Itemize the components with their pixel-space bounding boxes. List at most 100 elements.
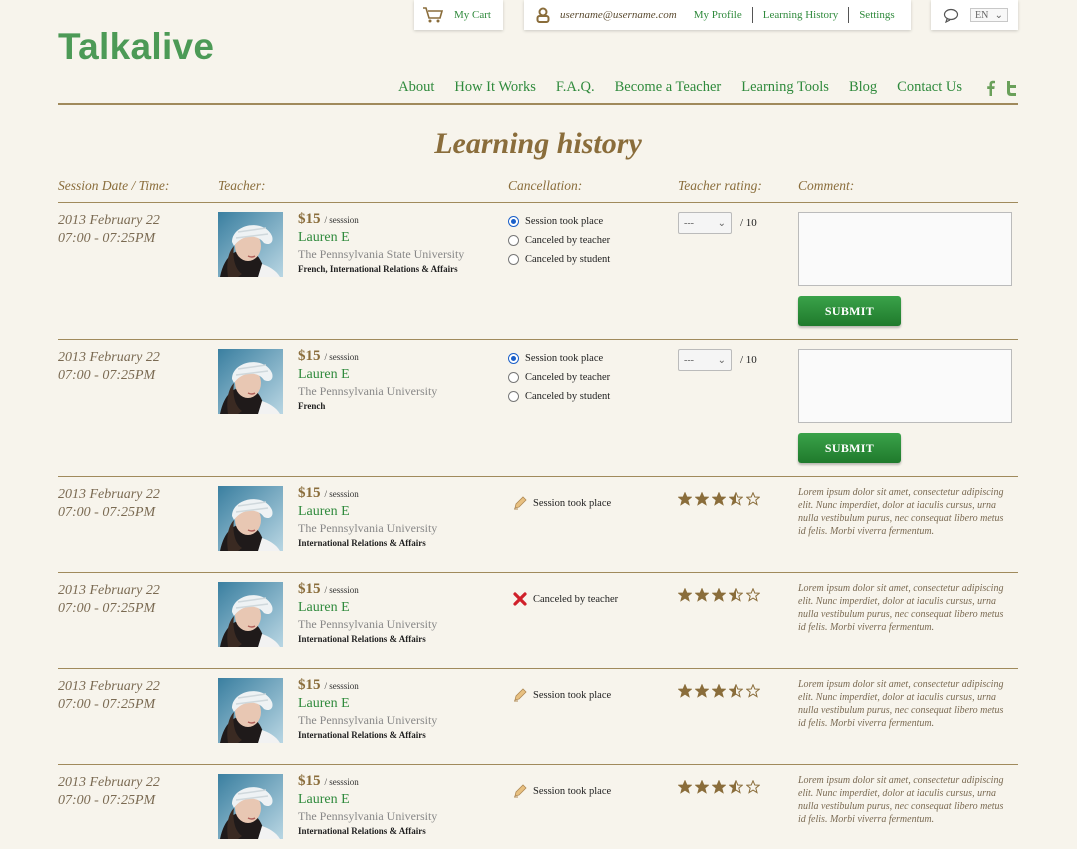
- radio-session-took-place[interactable]: Session took place: [508, 349, 610, 368]
- pencil-check-icon: [513, 496, 527, 510]
- learning-history-link[interactable]: Learning History: [763, 9, 838, 21]
- teacher-university: The Pennsylvania University: [298, 713, 438, 727]
- teacher-subjects: International Relations & Affairs: [298, 538, 426, 548]
- radio-button[interactable]: [508, 372, 519, 383]
- language-select[interactable]: EN ⌄: [970, 8, 1008, 22]
- radio-label: Canceled by teacher: [525, 235, 611, 246]
- teacher-photo[interactable]: [218, 212, 283, 277]
- session-time: 07:00 - 07:25PM: [58, 505, 156, 520]
- nav-faq[interactable]: F.A.Q.: [556, 79, 595, 96]
- my-profile-link[interactable]: My Profile: [694, 9, 742, 21]
- my-cart-link[interactable]: My Cart: [454, 9, 491, 21]
- price: $15: [298, 485, 321, 501]
- radio-canceled-by-student[interactable]: Canceled by student: [508, 250, 610, 269]
- rating-selector: --- ⌄ / 10: [678, 349, 757, 371]
- teacher-university: The Pennsylvania University: [298, 384, 438, 398]
- session-time: 07:00 - 07:25PM: [58, 601, 156, 616]
- teacher-rating-stars: [677, 779, 761, 794]
- settings-link[interactable]: Settings: [859, 9, 894, 21]
- facebook-icon[interactable]: [984, 80, 998, 96]
- submit-button[interactable]: SUBMIT: [798, 433, 901, 463]
- page-container: Talkalive My Cart username@username.com …: [58, 0, 1018, 849]
- radio-button[interactable]: [508, 391, 519, 402]
- price: $15: [298, 581, 321, 597]
- session-time: 07:00 - 07:25PM: [58, 697, 156, 712]
- rating-select-value: ---: [684, 354, 694, 366]
- radio-label: Canceled by student: [525, 254, 611, 265]
- session-datetime: 2013 February 22 07:00 - 07:25PM: [58, 678, 160, 714]
- col-date: Session Date / Time:: [58, 178, 170, 193]
- radio-label: Canceled by teacher: [525, 372, 611, 383]
- table-row: 2013 February 22 07:00 - 07:25PM $15 / s…: [58, 202, 1018, 339]
- twitter-icon[interactable]: [1004, 80, 1018, 96]
- star-icon: [677, 683, 693, 698]
- session-date: 2013 February 22: [58, 487, 160, 502]
- nav-about[interactable]: About: [398, 79, 434, 96]
- comment-textarea[interactable]: [798, 349, 1012, 423]
- session-date: 2013 February 22: [58, 350, 160, 365]
- language-box: EN ⌄: [931, 0, 1018, 30]
- teacher-name[interactable]: Lauren E: [298, 367, 437, 383]
- radio-canceled-by-teacher[interactable]: Canceled by teacher: [508, 368, 610, 387]
- teacher-university: The Pennsylvania University: [298, 809, 438, 823]
- chevron-down-icon: ⌄: [717, 217, 726, 229]
- rating-select[interactable]: --- ⌄: [678, 212, 732, 234]
- star-icon: [745, 587, 761, 602]
- chat-bubble-icon: [943, 8, 959, 23]
- session-datetime: 2013 February 22 07:00 - 07:25PM: [58, 774, 160, 810]
- star-icon: [677, 587, 693, 602]
- star-icon: [711, 587, 727, 602]
- radio-button[interactable]: [508, 254, 519, 265]
- teacher-name[interactable]: Lauren E: [298, 696, 437, 712]
- session-date: 2013 February 22: [58, 213, 160, 228]
- comment-textarea[interactable]: [798, 212, 1012, 286]
- teacher-photo[interactable]: [218, 486, 283, 551]
- nav-contact-us[interactable]: Contact Us: [897, 79, 962, 96]
- teacher-rating-stars: [677, 491, 761, 506]
- page-title: Learning history: [434, 127, 642, 160]
- nav-learning-tools[interactable]: Learning Tools: [741, 79, 829, 96]
- nav-how-it-works[interactable]: How It Works: [454, 79, 536, 96]
- radio-canceled-by-teacher[interactable]: Canceled by teacher: [508, 231, 610, 250]
- site-logo[interactable]: Talkalive: [58, 26, 214, 68]
- cart-box[interactable]: My Cart: [414, 0, 503, 30]
- rating-max: / 10: [740, 217, 757, 229]
- rating-select[interactable]: --- ⌄: [678, 349, 732, 371]
- teacher-name[interactable]: Lauren E: [298, 504, 437, 520]
- star-icon: [728, 683, 744, 698]
- star-icon: [745, 779, 761, 794]
- price: $15: [298, 773, 321, 789]
- teacher-rating-stars: [677, 683, 761, 698]
- teacher-name[interactable]: Lauren E: [298, 600, 437, 616]
- teacher-subjects: International Relations & Affairs: [298, 826, 426, 836]
- teacher-photo[interactable]: [218, 678, 283, 743]
- page: { "brand": { "logo": "Talkalive" }, "top…: [0, 0, 1077, 849]
- col-comment: Comment:: [798, 178, 855, 193]
- radio-canceled-by-student[interactable]: Canceled by student: [508, 387, 610, 406]
- price: $15: [298, 211, 321, 227]
- radio-button[interactable]: [508, 235, 519, 246]
- price-unit: / sesssion: [324, 681, 359, 691]
- teacher-name[interactable]: Lauren E: [298, 230, 464, 246]
- radio-label: Session took place: [525, 353, 604, 364]
- teacher-photo[interactable]: [218, 582, 283, 647]
- nav-blog[interactable]: Blog: [849, 79, 877, 96]
- table-row: 2013 February 22 07:00 - 07:25PM $15 / s…: [58, 668, 1018, 764]
- radio-button[interactable]: [508, 353, 519, 364]
- star-icon: [728, 491, 744, 506]
- status-text: Session took place: [533, 497, 612, 509]
- divider: [751, 7, 753, 23]
- teacher-photo[interactable]: [218, 774, 283, 839]
- price-unit: / sesssion: [324, 585, 359, 595]
- status-text: Session took place: [533, 785, 612, 797]
- teacher-info: $15 / sesssion Lauren E The Pennsylvania…: [298, 484, 437, 548]
- radio-button[interactable]: [508, 216, 519, 227]
- user-box: username@username.com My Profile Learnin…: [524, 0, 911, 30]
- nav-become-teacher[interactable]: Become a Teacher: [615, 79, 722, 96]
- submit-button[interactable]: SUBMIT: [798, 296, 901, 326]
- star-icon: [728, 587, 744, 602]
- radio-session-took-place[interactable]: Session took place: [508, 212, 610, 231]
- table-row: 2013 February 22 07:00 - 07:25PM $15 / s…: [58, 339, 1018, 476]
- teacher-photo[interactable]: [218, 349, 283, 414]
- teacher-name[interactable]: Lauren E: [298, 792, 437, 808]
